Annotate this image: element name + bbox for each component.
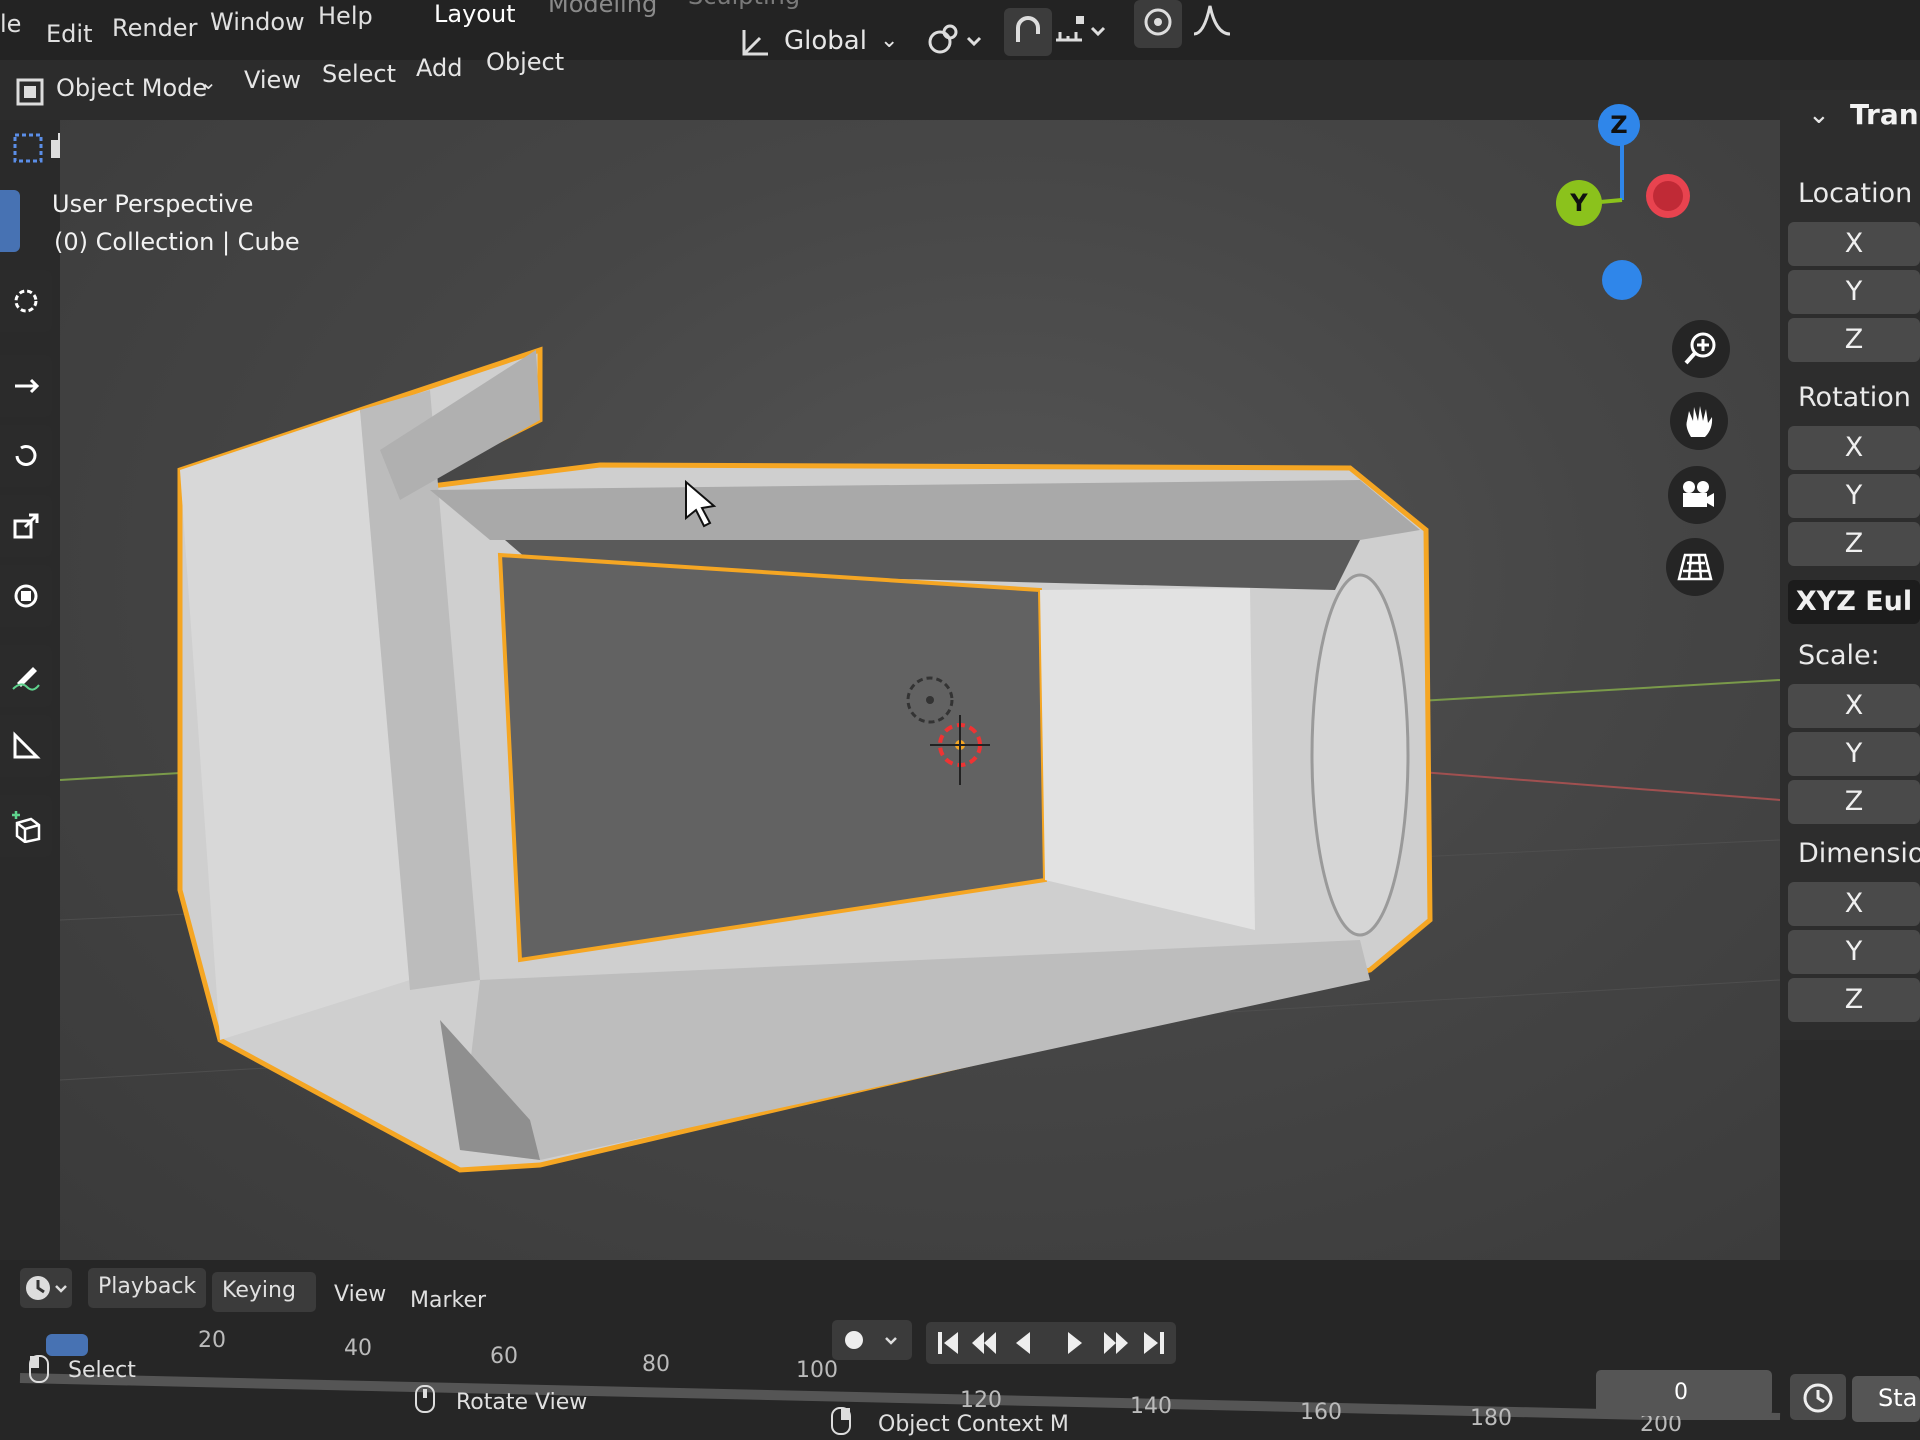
keying-menu[interactable]: Keying [212, 1272, 316, 1312]
location-y-field[interactable]: Y [1788, 270, 1920, 314]
select-new-icon[interactable] [12, 132, 44, 168]
menu-view[interactable]: View [244, 66, 301, 94]
scale-label: Scale: [1798, 640, 1880, 671]
tick-label: 120 [960, 1388, 1002, 1413]
3d-viewport[interactable]: User Perspective (0) Collection | Cube Z… [52, 104, 1780, 1260]
tick-label: 140 [1130, 1394, 1172, 1419]
menu-select[interactable]: Select [322, 60, 396, 88]
tick-label: 20 [198, 1328, 226, 1353]
pivot-icon[interactable] [924, 20, 984, 64]
chevron-down-icon[interactable]: ⌄ [880, 28, 898, 53]
left-toolbar [0, 180, 56, 880]
annotate-tool-icon[interactable] [0, 645, 52, 707]
add-cube-icon[interactable] [0, 795, 52, 857]
mouse-right-icon [830, 1406, 852, 1440]
tab-sculpting[interactable]: Sculpting [688, 0, 800, 10]
object-mode-icon [14, 76, 46, 112]
location-label: Location [1798, 178, 1913, 209]
snap-target-icon[interactable] [1052, 10, 1112, 54]
tick-label: 80 [642, 1352, 670, 1377]
rotation-label: Rotation [1798, 382, 1911, 413]
tab-modeling[interactable]: Modeling [548, 0, 657, 18]
cylinder-end [1310, 573, 1410, 937]
scale-z-field[interactable]: Z [1788, 780, 1920, 824]
falloff-icon[interactable] [1190, 0, 1234, 48]
properties-sidebar: ⌄ Trans Location X Y Z Rotation X Y Z XY… [1780, 90, 1920, 1040]
scene-canvas [60, 346, 1780, 1173]
scale-tool-icon[interactable] [0, 495, 52, 557]
rotation-x-field[interactable]: X [1788, 426, 1920, 470]
current-frame-value: 0 [1674, 1380, 1688, 1405]
timeline-view-menu[interactable]: View [334, 1282, 386, 1307]
keying-label: Keying [222, 1278, 296, 1303]
transform-panel-title[interactable]: Trans [1850, 98, 1920, 131]
rotation-y-field[interactable]: Y [1788, 474, 1920, 518]
gizmo-neg-z-icon[interactable] [1602, 260, 1642, 300]
status-rotate-view: Rotate View [456, 1390, 588, 1415]
scale-y-field[interactable]: Y [1788, 732, 1920, 776]
zoom-icon[interactable] [1672, 320, 1730, 378]
status-select: Select [68, 1358, 136, 1383]
menu-add[interactable]: Add [416, 54, 462, 82]
status-context-menu: Object Context M [878, 1412, 1069, 1437]
dimensions-label: Dimensio [1798, 838, 1920, 869]
rotation-z-field[interactable]: Z [1788, 522, 1920, 566]
chevron-down-icon[interactable]: ⌄ [1808, 100, 1830, 130]
tick-label: 180 [1470, 1406, 1512, 1431]
viewport-header: Object Mode ⌄ View Select Add Object [0, 48, 1780, 120]
menu-object[interactable]: Object [486, 48, 564, 76]
clock-icon[interactable] [1790, 1374, 1846, 1420]
tick-label: 100 [796, 1358, 838, 1383]
gizmo-z-icon[interactable]: Z [1598, 104, 1640, 146]
menu-render[interactable]: Render [112, 14, 197, 42]
dimensions-y-field[interactable]: Y [1788, 930, 1920, 974]
menu-help[interactable]: Help [318, 2, 373, 30]
current-frame-field[interactable]: 0 [1596, 1370, 1772, 1416]
location-z-field[interactable]: Z [1788, 318, 1920, 362]
timeline-editor: Playback Keying View Marker 20 40 60 80 … [0, 1260, 1920, 1440]
mouse-left-icon [28, 1354, 50, 1388]
rotation-mode-dropdown[interactable]: XYZ Eul [1788, 580, 1920, 624]
cursor-tool-icon[interactable] [0, 270, 52, 332]
mouse-middle-icon [414, 1384, 436, 1418]
playback-label: Playback [98, 1274, 197, 1299]
grid-ortho-icon[interactable] [1666, 538, 1724, 596]
orientation-icon [738, 26, 772, 64]
tick-label: 60 [490, 1344, 518, 1369]
orientation-dropdown[interactable]: Global [784, 26, 867, 56]
snap-toggle-icon[interactable] [1004, 8, 1052, 56]
playback-menu[interactable]: Playback [88, 1268, 206, 1308]
menu-file[interactable]: le [0, 10, 21, 38]
dimensions-z-field[interactable]: Z [1788, 978, 1920, 1022]
menu-edit[interactable]: Edit [46, 20, 92, 48]
editor-type-icon[interactable] [20, 1268, 72, 1308]
rotate-tool-icon[interactable] [0, 425, 52, 487]
gizmo-x-icon[interactable] [1646, 174, 1690, 218]
tick-label: 160 [1300, 1400, 1342, 1425]
proportional-edit-icon[interactable] [1134, 0, 1182, 48]
pan-hand-icon[interactable] [1670, 392, 1728, 450]
navigation-gizmo[interactable]: Z Y [1530, 100, 1710, 330]
cube-object [177, 346, 1433, 1173]
select-box-icon[interactable] [0, 190, 20, 252]
camera-view-icon[interactable] [1668, 466, 1726, 524]
measure-tool-icon[interactable] [0, 715, 52, 777]
scale-x-field[interactable]: X [1788, 684, 1920, 728]
start-frame-field[interactable]: Sta [1852, 1376, 1920, 1422]
mode-dropdown[interactable]: Object Mode [56, 74, 207, 102]
dimensions-x-field[interactable]: X [1788, 882, 1920, 926]
top-menu-bar: le Edit Render Window Help Layout Modeli… [0, 0, 1920, 60]
transform-tool-icon[interactable] [0, 565, 52, 627]
location-x-field[interactable]: X [1788, 222, 1920, 266]
start-frame-label: Sta [1878, 1384, 1918, 1412]
chevron-down-icon[interactable]: ⌄ [200, 70, 217, 94]
move-tool-icon[interactable] [0, 355, 52, 417]
tab-layout[interactable]: Layout [434, 0, 516, 28]
tick-label: 40 [344, 1336, 372, 1361]
menu-window[interactable]: Window [210, 8, 305, 36]
gizmo-y-icon[interactable]: Y [1556, 180, 1602, 226]
